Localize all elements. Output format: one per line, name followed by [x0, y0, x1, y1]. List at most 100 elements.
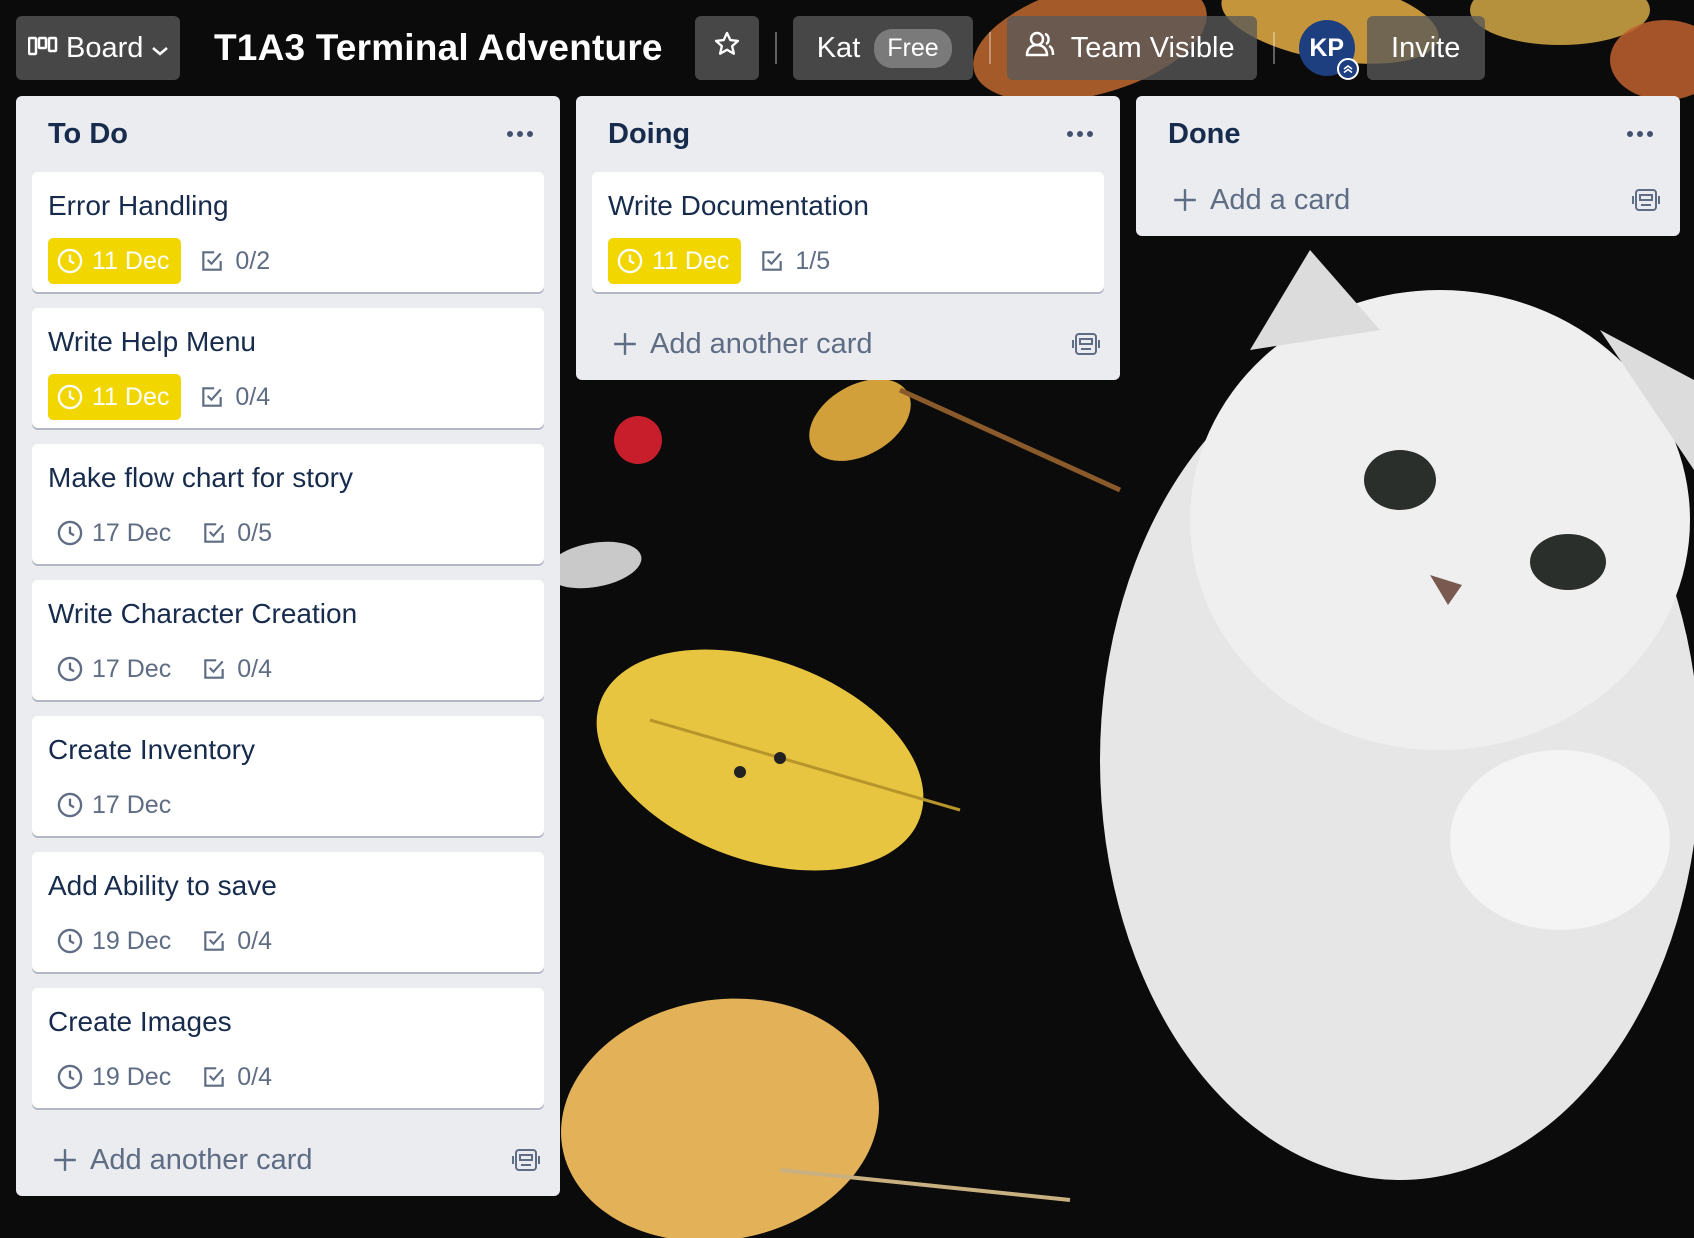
due-date-badge[interactable]: 19 Dec	[48, 918, 183, 964]
board-view-icon	[27, 32, 58, 65]
invite-button[interactable]: Invite	[1366, 16, 1485, 80]
checklist-count: 0/4	[237, 1062, 272, 1091]
card[interactable]: Error Handling 11 Dec 0/2	[32, 172, 544, 292]
card[interactable]: Write Help Menu 11 Dec 0/4	[32, 308, 544, 428]
board-view-label: Board	[66, 31, 144, 64]
due-date-badge[interactable]: 11 Dec	[48, 374, 182, 420]
card-title: Write Documentation	[608, 190, 869, 221]
checklist-count: 0/4	[237, 926, 272, 955]
workspace-button[interactable]: Kat Free	[792, 16, 973, 80]
add-card-button[interactable]: Add a card	[1136, 172, 1680, 236]
card[interactable]: Add Ability to save 19 Dec 0/4	[32, 852, 544, 972]
clock-icon	[57, 520, 83, 546]
card-template-icon[interactable]	[1068, 326, 1104, 362]
chevron-down-icon	[151, 32, 169, 65]
due-date-badge[interactable]: 17 Dec	[48, 646, 183, 692]
checklist-count: 0/2	[235, 246, 271, 275]
card-template-icon[interactable]	[508, 1142, 544, 1178]
card-title: Write Character Creation	[48, 598, 358, 629]
list-header: To Do	[16, 96, 560, 172]
card[interactable]: Create Inventory 17 Dec	[32, 716, 544, 836]
more-options-icon[interactable]	[1622, 116, 1658, 152]
list-header: Doing	[576, 96, 1120, 172]
visibility-button[interactable]: Team Visible	[1006, 16, 1257, 80]
card-list: Error Handling 11 Dec 0/2 Write Help Men…	[16, 172, 560, 1108]
checklist-icon	[204, 523, 224, 543]
due-date-badge[interactable]: 19 Dec	[48, 1054, 183, 1100]
add-card-label: Add another card	[90, 1143, 313, 1176]
add-card-button[interactable]: Add another card	[576, 308, 1120, 380]
add-card-label: Add a card	[1210, 183, 1351, 216]
plus-icon	[614, 333, 636, 355]
checklist-badge: 0/5	[201, 519, 272, 548]
invite-label: Invite	[1391, 31, 1461, 64]
list-header: Done	[1136, 96, 1680, 172]
card-badges: 17 Dec	[48, 782, 528, 828]
list-title[interactable]: Done	[1168, 118, 1241, 151]
checklist-icon	[204, 659, 224, 679]
team-visible-icon	[1025, 30, 1055, 66]
checklist-badge: 0/4	[201, 1063, 272, 1092]
card-title: Create Images	[48, 1006, 232, 1037]
list-title[interactable]: To Do	[48, 118, 128, 151]
checklist-badge: 1/5	[759, 247, 830, 276]
card[interactable]: Write Character Creation 17 Dec 0/4	[32, 580, 544, 700]
card-badges: 11 Dec 0/4	[48, 374, 528, 420]
header-divider	[988, 32, 991, 64]
board-title[interactable]: T1A3 Terminal Adventure	[214, 27, 663, 69]
clock-icon	[57, 384, 83, 410]
due-date-text: 17 Dec	[92, 518, 172, 547]
star-board-button[interactable]	[694, 16, 759, 80]
checklist-badge: 0/2	[199, 247, 270, 276]
due-date-text: 11 Dec	[92, 246, 170, 275]
card[interactable]: Make flow chart for story 17 Dec 0/5	[32, 444, 544, 564]
due-date-text: 17 Dec	[92, 654, 172, 683]
due-date-text: 19 Dec	[92, 926, 172, 955]
card-title: Make flow chart for story	[48, 462, 353, 493]
board-header: Board T1A3 Terminal Adventure Kat Free T…	[16, 16, 1485, 80]
checklist-icon	[762, 251, 783, 271]
list-title[interactable]: Doing	[608, 118, 690, 151]
visibility-label: Team Visible	[1070, 31, 1235, 64]
card-title: Error Handling	[48, 190, 229, 221]
clock-icon	[57, 792, 83, 818]
checklist-badge: 0/4	[201, 655, 272, 684]
workspace-name: Kat	[816, 31, 861, 64]
card-badges: 19 Dec 0/4	[48, 1054, 528, 1100]
admin-chevron-icon	[1336, 58, 1359, 80]
more-options-icon[interactable]	[1062, 116, 1098, 152]
clock-icon	[57, 928, 83, 954]
clock-icon	[57, 248, 83, 274]
star-icon	[713, 30, 741, 66]
card[interactable]: Write Documentation 11 Dec 1/5	[592, 172, 1104, 292]
due-date-text: 19 Dec	[92, 1062, 172, 1091]
card-badges: 19 Dec 0/4	[48, 918, 528, 964]
due-date-badge[interactable]: 11 Dec	[48, 238, 182, 284]
due-date-badge[interactable]: 17 Dec	[48, 510, 183, 556]
header-divider	[1272, 32, 1275, 64]
more-options-icon[interactable]	[502, 116, 538, 152]
due-date-text: 11 Dec	[92, 382, 170, 411]
card-badges: 17 Dec 0/5	[48, 510, 528, 556]
card-title: Create Inventory	[48, 734, 255, 765]
card-badges: 17 Dec 0/4	[48, 646, 528, 692]
clock-icon	[617, 248, 643, 274]
due-date-text: 17 Dec	[92, 790, 172, 819]
plan-badge: Free	[874, 28, 952, 68]
checklist-count: 0/5	[237, 518, 272, 547]
card[interactable]: Create Images 19 Dec 0/4	[32, 988, 544, 1108]
list-done: Done Add a card	[1136, 96, 1680, 236]
due-date-badge[interactable]: 17 Dec	[48, 782, 183, 828]
card-template-icon[interactable]	[1628, 182, 1664, 218]
checklist-count: 1/5	[795, 246, 831, 275]
checklist-badge: 0/4	[199, 383, 270, 412]
checklist-icon	[202, 251, 223, 271]
member-avatar[interactable]: KP	[1298, 20, 1359, 80]
clock-icon	[57, 1064, 83, 1090]
add-card-button[interactable]: Add another card	[16, 1124, 560, 1196]
board-view-switcher[interactable]: Board	[16, 16, 180, 80]
list-doing: Doing Write Documentation 11 Dec 1/5 Add…	[576, 96, 1120, 380]
clock-icon	[57, 656, 83, 682]
card-badges: 11 Dec 0/2	[48, 238, 528, 284]
due-date-badge[interactable]: 11 Dec	[608, 238, 742, 284]
